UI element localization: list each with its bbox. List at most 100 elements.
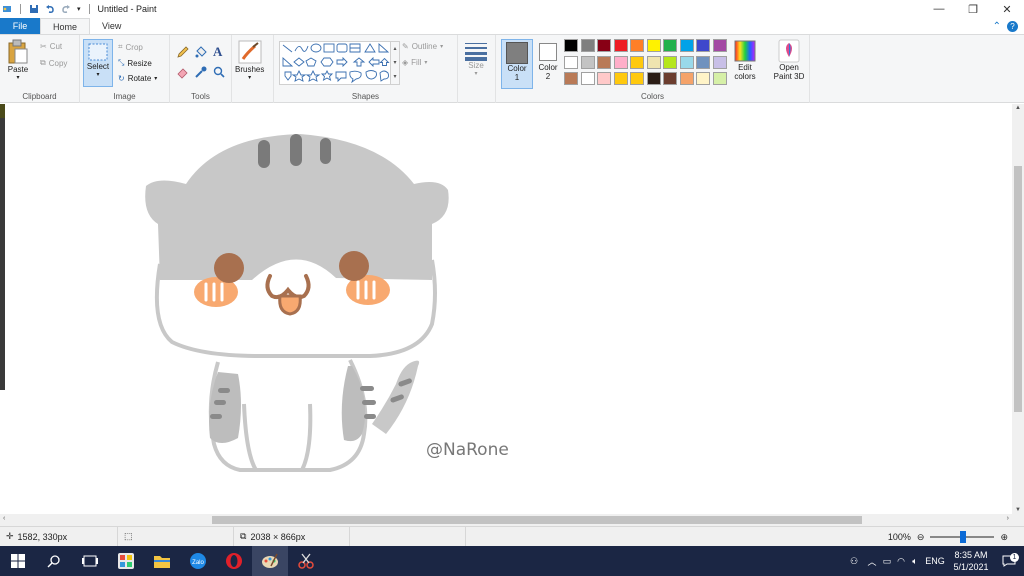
palette-swatch[interactable]: [597, 72, 611, 85]
tab-home[interactable]: Home: [40, 18, 91, 34]
start-button[interactable]: [0, 546, 36, 576]
palette-swatch[interactable]: [613, 39, 628, 52]
taskbar-file-explorer[interactable]: [144, 546, 180, 576]
watermark-text: @NaRone: [426, 440, 509, 460]
copy-button[interactable]: ⧉ Copy: [40, 58, 67, 68]
scroll-left-icon[interactable]: ‹: [3, 515, 5, 522]
palette-swatch[interactable]: [646, 55, 661, 69]
taskbar-zalo[interactable]: Zalo: [180, 546, 216, 576]
battery-icon[interactable]: ▭: [880, 556, 894, 567]
palette-swatch[interactable]: [564, 55, 578, 69]
palette-swatch[interactable]: [630, 72, 644, 85]
close-icon[interactable]: ✕: [990, 0, 1024, 18]
magnifier-icon[interactable]: [212, 65, 226, 79]
maximize-icon[interactable]: ❐: [956, 0, 990, 18]
palette-swatch[interactable]: [613, 55, 628, 69]
minimize-icon[interactable]: —: [922, 0, 956, 18]
palette-swatch[interactable]: [663, 55, 677, 69]
palette-swatch[interactable]: [712, 55, 727, 69]
qa-dropdown-icon[interactable]: ▾: [77, 5, 81, 13]
outline-button[interactable]: ✎ Outline ▾: [402, 42, 443, 51]
cat-stripe: [360, 386, 374, 391]
resize-button[interactable]: ⤡ Resize: [118, 58, 152, 68]
horizontal-scrollbar[interactable]: ‹ ›: [0, 514, 1012, 526]
horizontal-scroll-thumb[interactable]: [212, 516, 862, 524]
text-icon[interactable]: A: [213, 44, 222, 60]
color1-button[interactable]: Color 1: [501, 39, 533, 89]
palette-swatch[interactable]: [679, 72, 694, 85]
palette-swatch[interactable]: [712, 72, 727, 85]
select-button[interactable]: Select ▾: [83, 39, 113, 87]
canvas-area[interactable]: @NaRone: [0, 104, 1012, 514]
palette-swatch[interactable]: [613, 72, 628, 85]
palette-swatch[interactable]: [679, 39, 694, 52]
zoom-out-icon[interactable]: ⊖: [917, 532, 925, 543]
brushes-button[interactable]: Brushes ▾: [235, 39, 264, 81]
volume-icon[interactable]: 🔈︎: [908, 556, 922, 567]
palette-swatch[interactable]: [663, 72, 677, 85]
palette-swatch[interactable]: [580, 39, 595, 52]
redo-icon[interactable]: [61, 4, 71, 14]
eraser-icon[interactable]: [176, 65, 190, 79]
open-paint3d-button[interactable]: Open Paint 3D: [769, 39, 809, 81]
outline-dropdown-icon: ▾: [440, 44, 444, 50]
color2-button[interactable]: Color 2: [535, 39, 561, 81]
palette-swatch[interactable]: [580, 55, 595, 69]
zoom-slider[interactable]: [930, 531, 995, 543]
palette-swatch[interactable]: [696, 72, 710, 85]
clock[interactable]: 8:35 AM 5/1/2021: [948, 549, 994, 573]
tab-file[interactable]: File: [0, 18, 40, 34]
palette-swatch[interactable]: [630, 39, 644, 52]
save-icon[interactable]: [29, 4, 39, 14]
pencil-icon[interactable]: [176, 45, 190, 59]
tab-view[interactable]: View: [90, 18, 133, 34]
palette-swatch[interactable]: [630, 55, 644, 69]
palette-swatch[interactable]: [712, 39, 727, 52]
taskbar-opera[interactable]: [216, 546, 252, 576]
fill-button[interactable]: ◈ Fill ▾: [402, 58, 427, 67]
rotate-button[interactable]: ↻ Rotate ▾: [118, 74, 157, 83]
opera-icon: [226, 553, 242, 569]
vertical-scroll-thumb[interactable]: [1014, 166, 1022, 412]
taskbar-app-store[interactable]: [108, 546, 144, 576]
taskbar-snip[interactable]: [288, 546, 324, 576]
language-indicator[interactable]: ENG: [922, 556, 948, 566]
palette-swatch[interactable]: [564, 39, 578, 52]
search-button[interactable]: [36, 546, 72, 576]
zoom-slider-thumb[interactable]: [960, 531, 967, 543]
notification-button[interactable]: 1: [994, 553, 1024, 567]
wifi-icon[interactable]: ◠: [894, 556, 908, 567]
collapse-ribbon-icon[interactable]: ⌃: [993, 21, 1001, 32]
scroll-up-icon[interactable]: ▲: [1015, 105, 1021, 111]
palette-swatch[interactable]: [564, 72, 578, 85]
cut-button[interactable]: ✂ Cut: [40, 42, 62, 51]
tray-overflow-icon[interactable]: ︿: [864, 555, 880, 568]
scroll-down-icon[interactable]: ▼: [1015, 507, 1021, 513]
help-icon[interactable]: ?: [1007, 20, 1018, 32]
outline-icon: ✎: [402, 42, 409, 51]
zoom-in-icon[interactable]: ⊕: [1000, 532, 1008, 543]
fill-icon[interactable]: [194, 45, 208, 59]
paste-button[interactable]: Paste ▾: [6, 39, 30, 81]
palette-swatch[interactable]: [580, 72, 595, 85]
crop-button[interactable]: ⌗ Crop: [118, 42, 143, 52]
vertical-scrollbar[interactable]: ▲ ▼: [1012, 104, 1024, 514]
palette-swatch[interactable]: [696, 55, 710, 69]
undo-icon[interactable]: [45, 4, 55, 14]
scroll-right-icon[interactable]: ›: [1007, 515, 1009, 522]
palette-swatch[interactable]: [679, 55, 694, 69]
palette-swatch[interactable]: [696, 39, 710, 52]
edit-colors-button[interactable]: Edit colors: [732, 39, 758, 81]
color-picker-icon[interactable]: [194, 65, 208, 79]
task-view-button[interactable]: [72, 546, 108, 576]
palette-swatch[interactable]: [646, 72, 661, 85]
palette-swatch[interactable]: [646, 39, 661, 52]
size-button[interactable]: Size ▾: [464, 41, 488, 77]
palette-swatch[interactable]: [663, 39, 677, 52]
palette-swatch[interactable]: [597, 39, 611, 52]
shapes-gallery[interactable]: [279, 41, 391, 85]
people-icon[interactable]: ⚇: [844, 556, 864, 567]
palette-swatch[interactable]: [597, 55, 611, 69]
shapes-gallery-scroll[interactable]: ▴ ▾ ▾: [391, 41, 400, 85]
taskbar-paint[interactable]: [252, 546, 288, 576]
